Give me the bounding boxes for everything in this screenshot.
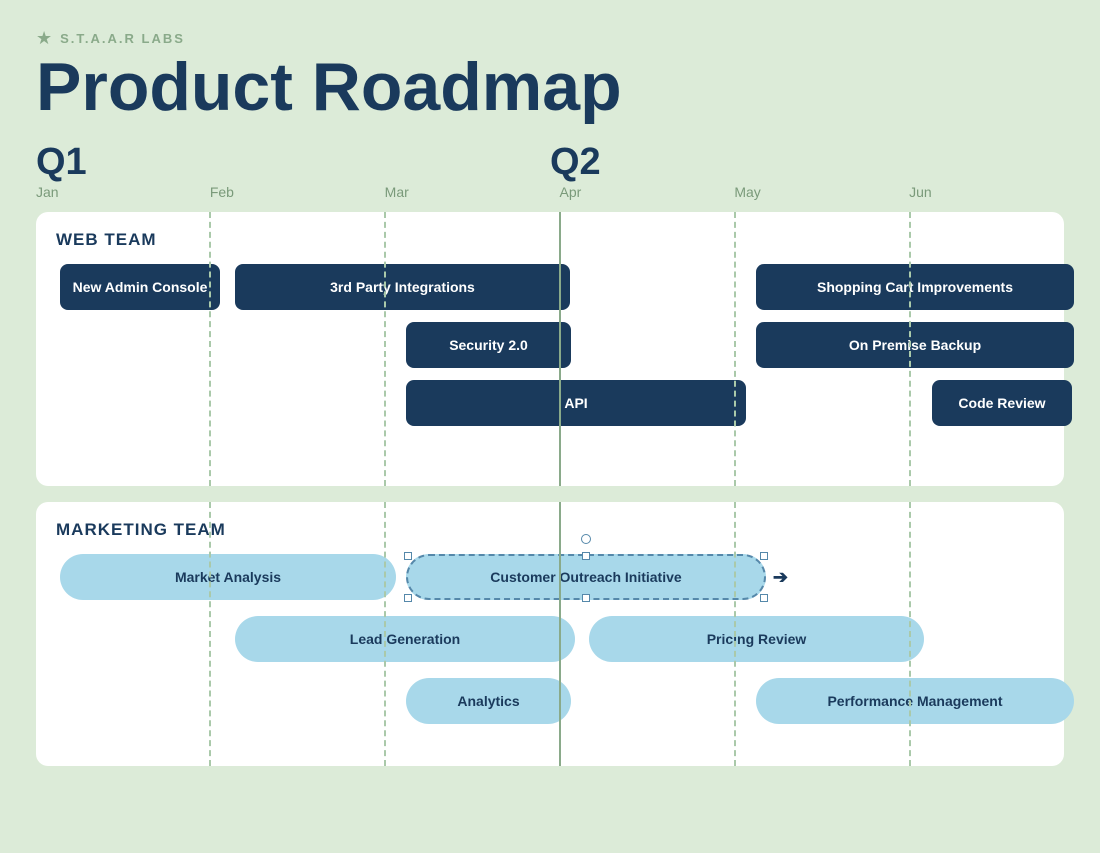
task-pricing-review[interactable]: Pricing Review	[589, 616, 924, 662]
q1-block: Q1	[36, 141, 550, 184]
task-shopping-cart-improvements[interactable]: Shopping Cart Improvements	[756, 264, 1074, 310]
handle-bot-left[interactable]	[404, 594, 412, 602]
web-team-section: WEB TEAM New Admin Console 3rd Party Int…	[36, 212, 1064, 486]
task-lead-generation[interactable]: Lead Generation	[235, 616, 575, 662]
month-feb: Feb	[210, 184, 385, 200]
q2-block: Q2	[550, 141, 1064, 184]
handle-bot-right[interactable]	[760, 594, 768, 602]
marketing-team-section: MARKETING TEAM Market Analysis Customer …	[36, 502, 1064, 766]
brand-name: S.T.A.A.R LABS	[60, 31, 185, 46]
task-security-2[interactable]: Security 2.0	[406, 322, 571, 368]
handle-top-right[interactable]	[760, 552, 768, 560]
month-may: May	[734, 184, 909, 200]
month-jan: Jan	[36, 184, 210, 200]
q1-label: Q1	[36, 141, 550, 184]
brand-row: ★ S.T.A.A.R LABS	[36, 28, 1064, 49]
months-row: Jan Feb Mar Apr May Jun	[36, 184, 1064, 200]
task-on-premise-backup[interactable]: On Premise Backup	[756, 322, 1074, 368]
handle-top-mid[interactable]	[582, 552, 590, 560]
marketing-team-title: MARKETING TEAM	[56, 520, 1044, 540]
handle-bot-mid[interactable]	[582, 594, 590, 602]
web-team-rows: New Admin Console 3rd Party Integrations…	[56, 264, 1044, 464]
task-code-review[interactable]: Code Review	[932, 380, 1072, 426]
task-market-analysis[interactable]: Market Analysis	[60, 554, 396, 600]
task-analytics[interactable]: Analytics	[406, 678, 571, 724]
page-wrapper: ★ S.T.A.A.R LABS Product Roadmap Q1 Q2 J…	[0, 0, 1100, 802]
brand-icon: ★	[36, 28, 52, 49]
month-mar: Mar	[385, 184, 560, 200]
task-new-admin-console[interactable]: New Admin Console	[60, 264, 220, 310]
handle-top-left[interactable]	[404, 552, 412, 560]
task-customer-outreach[interactable]: Customer Outreach Initiative	[406, 554, 766, 600]
task-3rd-party-integrations[interactable]: 3rd Party Integrations	[235, 264, 570, 310]
month-apr: Apr	[559, 184, 734, 200]
quarters-row: Q1 Q2	[36, 141, 1064, 184]
month-jun: Jun	[909, 184, 1064, 200]
marketing-team-rows: Market Analysis Customer Outreach Initia…	[56, 554, 1044, 744]
task-performance-management[interactable]: Performance Management	[756, 678, 1074, 724]
handle-circle-top[interactable]	[581, 534, 591, 544]
task-api[interactable]: API	[406, 380, 746, 426]
page-title: Product Roadmap	[36, 53, 1064, 121]
web-team-title: WEB TEAM	[56, 230, 1044, 250]
q2-label: Q2	[550, 141, 1064, 184]
